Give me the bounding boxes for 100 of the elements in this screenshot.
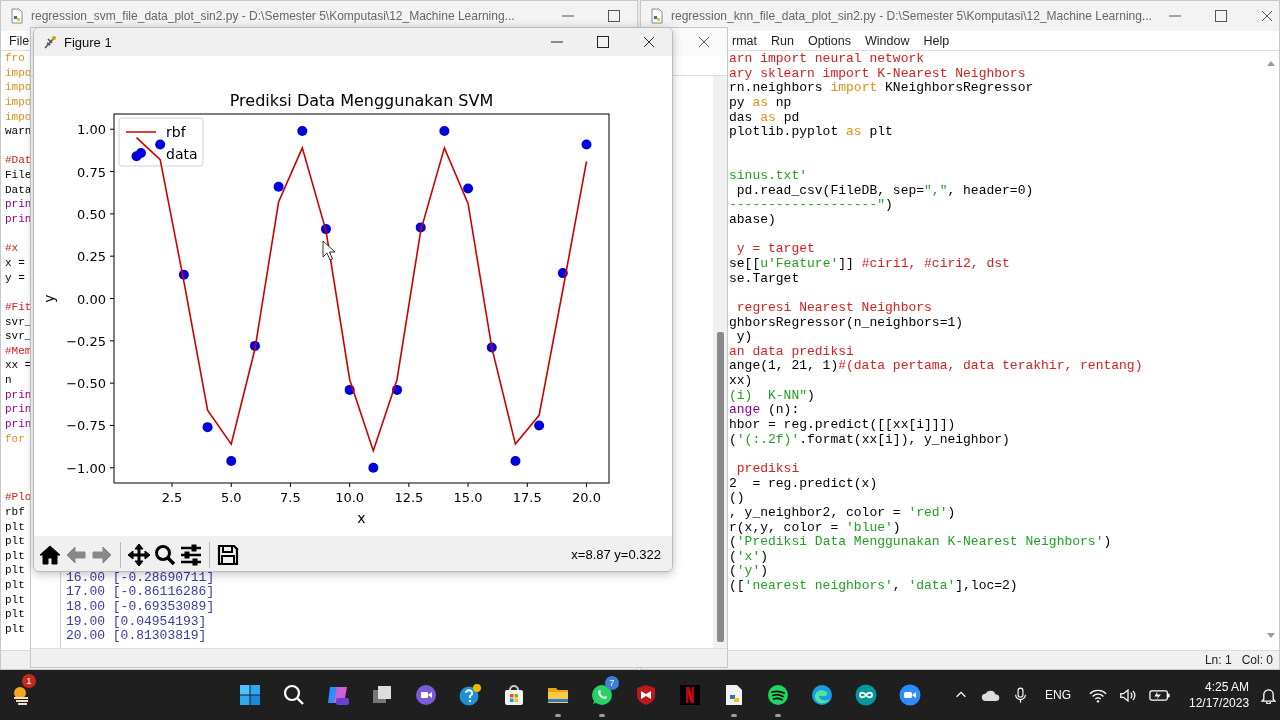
maximize-icon	[1214, 10, 1227, 22]
code-line: (['nearest neighbors', 'data'],loc=2)	[729, 579, 1018, 594]
code-line: impo	[5, 109, 32, 125]
search-icon	[282, 683, 306, 707]
tick-mark	[586, 482, 587, 488]
notification-badge: 7	[605, 676, 619, 690]
code-line: File	[5, 168, 32, 183]
menu-item[interactable]: rmat	[732, 33, 757, 48]
tick-mark	[109, 171, 115, 173]
chart-title: Prediksi Data Menggunakan SVM	[229, 91, 494, 110]
sliders-icon	[179, 542, 203, 567]
code-line: for	[5, 431, 25, 447]
status-text: Ln: 1	[1204, 653, 1232, 667]
magnifier-icon	[153, 542, 177, 567]
tick-label: 0.25	[77, 249, 106, 265]
toolbar-button[interactable]	[178, 541, 204, 568]
code-line: sinus.txt'	[729, 169, 807, 184]
tick-mark	[109, 213, 115, 215]
menu-item[interactable]: Options	[807, 33, 852, 48]
tick-mark	[349, 482, 351, 488]
taskbar-button[interactable]: 7	[580, 673, 624, 717]
wifi-icon[interactable]	[1089, 687, 1107, 703]
clock-date[interactable]: 12/17/2023	[1189, 695, 1250, 711]
tick-mark	[109, 298, 115, 299]
legend-line	[125, 131, 157, 133]
menu-item[interactable]: Help	[923, 33, 950, 48]
menu-item[interactable]: File	[9, 33, 30, 48]
code-line: #Dat	[5, 153, 32, 169]
code-line: das as pd	[729, 110, 800, 126]
tick-label: 15.0	[453, 490, 483, 505]
window-title: regression_svm_file_data_plot_sin2.py - D:\Semester 5\Komputasi\12_Machine Learning...	[31, 9, 516, 23]
code-line: plotlib.pyplot as plt	[729, 125, 893, 140]
code-line: 2 = reg.predict(x)	[729, 476, 878, 492]
output-line: 20.00 [0.81303819]	[66, 629, 207, 644]
code-line: ('y')	[729, 564, 769, 580]
legend-label: data	[166, 146, 198, 162]
tick-mark	[109, 128, 115, 130]
code-line: plt	[5, 607, 25, 622]
code-line: x =	[5, 255, 25, 271]
notification-bell-icon[interactable]	[1261, 686, 1277, 704]
microphone-icon[interactable]	[1014, 686, 1027, 704]
tick-label: 0.50	[77, 206, 106, 222]
start-icon	[238, 683, 262, 707]
output-line: 17.00 [-0.86116286]	[66, 585, 215, 601]
code-line: #Plo	[5, 490, 32, 505]
close-icon	[698, 36, 710, 48]
cursor-coordinates: x=8.87 y=0.322	[571, 547, 661, 562]
code-line: y =	[5, 270, 25, 286]
code-line: prediksi	[735, 461, 800, 477]
code-line: plt	[5, 534, 25, 549]
code-line: hbor = reg.predict([[xx[i]]])	[729, 418, 956, 433]
code-line: n	[5, 373, 12, 388]
legend-marker	[136, 148, 146, 158]
code-line: rbf	[5, 504, 25, 520]
code-line: impo	[5, 94, 32, 110]
language-indicator[interactable]: ENG	[1045, 688, 1071, 702]
tick-label: 2.5	[161, 490, 183, 505]
taskbar-button[interactable]: 1	[0, 673, 44, 717]
code-line: -------------------")	[729, 198, 893, 214]
code-line: ('Prediksi Data Menggunakan K-Nearest Neighbors')	[729, 535, 1112, 550]
infinity-icon	[854, 683, 878, 707]
scroll-up-icon[interactable]	[1265, 59, 1276, 67]
tick-mark	[467, 482, 469, 488]
code-line: Data	[5, 182, 32, 198]
code-line: py as np	[729, 95, 792, 111]
status-text: Col: 0	[1241, 653, 1273, 667]
tick-mark	[109, 467, 115, 469]
code-line: se[[u'Feature']] #ciri1, #ciri2, dst	[729, 256, 1010, 272]
code-line: arn import neural network	[729, 52, 925, 67]
tick-label: 7.5	[280, 490, 301, 505]
scroll-down-icon[interactable]	[1265, 632, 1276, 640]
menu-item[interactable]: Window	[865, 33, 910, 48]
code-line: pd.read_csv(FileDB, sep=",", header=0)	[735, 183, 1034, 199]
code-line: ('x')	[729, 549, 769, 565]
feather-icon	[42, 34, 58, 50]
code-line: svr_	[5, 329, 32, 344]
clock-time[interactable]: 4:25 AM	[1205, 679, 1250, 695]
tick-label: 1.00	[77, 122, 106, 138]
code-line: abase)	[729, 213, 776, 228]
menu-item[interactable]: Run	[771, 33, 794, 48]
battery-icon[interactable]	[1149, 687, 1171, 703]
code-line: warn	[5, 124, 32, 139]
code-line: #x	[5, 241, 19, 256]
code-line: plt	[5, 519, 25, 535]
tick-mark	[171, 482, 173, 488]
tick-label: 12.5	[394, 490, 424, 505]
tick-label: 10.0	[335, 490, 365, 505]
code-line: plt	[5, 548, 25, 564]
code-line: se.Target	[729, 271, 800, 287]
notification-badge: 1	[22, 674, 36, 688]
tick-mark	[109, 424, 115, 426]
minimize-icon	[562, 15, 574, 17]
code-line: impo	[5, 80, 32, 95]
code-line: regresi Nearest Neighbors	[735, 300, 932, 316]
speaker-icon[interactable]	[1119, 687, 1137, 703]
video-icon	[898, 683, 922, 707]
tick-label: 17.5	[512, 490, 542, 505]
toolbar-button[interactable]	[126, 541, 152, 568]
help-icon	[458, 683, 482, 707]
code-line: plt	[5, 592, 25, 608]
